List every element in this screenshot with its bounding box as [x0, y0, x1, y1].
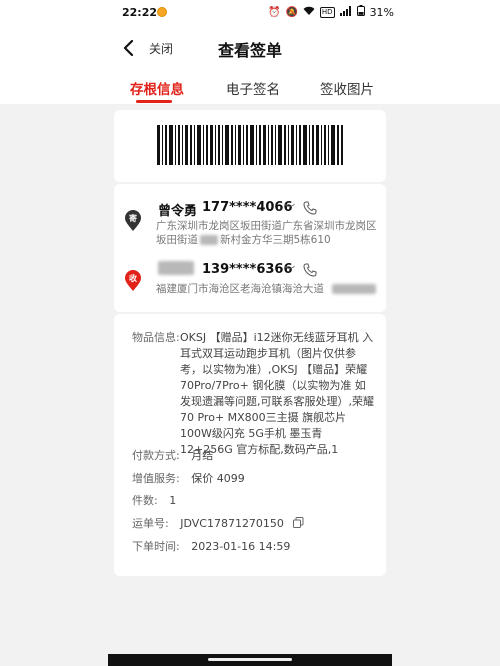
- address-card: 寄 曾令勇 177****4066 ︶ 广东深圳市龙岗区坂田街道广东省深圳市龙岗…: [114, 184, 386, 312]
- eye-closed-icon[interactable]: ︶: [284, 201, 295, 217]
- receiver-phone: 139****6366: [202, 262, 293, 277]
- status-bar: 22:22 ⏰ 🔕 HD 31%: [0, 0, 500, 26]
- receiver-badge-label: 收: [129, 274, 137, 283]
- redacted-block: [200, 235, 218, 245]
- sender-name: 曾令勇: [158, 204, 198, 219]
- system-nav-bar: [108, 654, 392, 666]
- payment-row: 付款方式: 月结: [132, 448, 213, 464]
- order-time-label: 下单时间:: [132, 540, 180, 553]
- sender-address-line2a: 坂田街道: [156, 234, 198, 246]
- payment-label: 付款方式:: [132, 449, 180, 462]
- battery-icon: [356, 5, 365, 19]
- copy-icon[interactable]: [293, 517, 304, 528]
- tab-stub-info[interactable]: 存根信息: [130, 78, 184, 98]
- order-info-card: 物品信息: OKSJ 【赠品】i12迷你无线蓝牙耳机 入耳式双耳运动跑步耳机（图…: [114, 314, 386, 576]
- value-added-value: 保价 4099: [191, 472, 245, 485]
- count-row: 件数: 1: [132, 493, 176, 509]
- status-icons: ⏰ 🔕 HD 31%: [268, 5, 394, 19]
- goods-value: OKSJ 【赠品】i12迷你无线蓝牙耳机 入耳式双耳运动跑步耳机（图片仅供参考，…: [180, 331, 374, 456]
- nav-bar: 关闭 查看签单: [0, 26, 500, 70]
- alarm-icon: ⏰: [268, 6, 281, 18]
- active-tab-indicator: [136, 100, 172, 103]
- page-title: 查看签单: [217, 41, 282, 60]
- phone-icon[interactable]: [303, 263, 317, 277]
- sender-phone: 177****4066: [202, 200, 293, 215]
- phone-icon[interactable]: [303, 201, 317, 215]
- redacted-receiver-name: [158, 261, 194, 275]
- notification-app-icon: [157, 7, 167, 17]
- tab-e-signature[interactable]: 电子签名: [226, 78, 280, 98]
- waybill-label: 运单号:: [132, 517, 169, 530]
- barcode: [157, 125, 343, 165]
- home-indicator[interactable]: [208, 658, 292, 661]
- barcode-card: [114, 110, 386, 182]
- tab-receipt-photos[interactable]: 签收图片: [320, 78, 374, 98]
- payment-value: 月结: [191, 449, 214, 462]
- order-time-value: 2023-01-16 14:59: [191, 540, 291, 553]
- network-badge: HD: [319, 6, 335, 18]
- tab-bar: 存根信息 电子签名 签收图片: [0, 70, 500, 104]
- sender-address-line2b: 新村金方华三期5栋610: [220, 234, 331, 246]
- receiver-pin-icon: 收: [124, 270, 142, 292]
- count-value: 1: [169, 494, 177, 507]
- sender-pin-icon: 寄: [124, 210, 142, 232]
- goods-label: 物品信息:: [132, 331, 180, 344]
- order-time-row: 下单时间: 2023-01-16 14:59: [132, 539, 290, 555]
- value-added-row: 增值服务: 保价 4099: [132, 471, 245, 487]
- count-label: 件数:: [132, 494, 158, 507]
- value-added-label: 增值服务:: [132, 472, 180, 485]
- waybill-row: 运单号: JDVC17871270150: [132, 516, 304, 532]
- signal-icon: [339, 5, 352, 19]
- eye-closed-icon[interactable]: ︶: [284, 263, 295, 279]
- mute-icon: 🔕: [285, 6, 298, 18]
- status-time: 22:22: [122, 6, 158, 19]
- sender-badge-label: 寄: [129, 214, 137, 223]
- waybill-value: JDVC17871270150: [180, 517, 284, 530]
- battery-percent: 31%: [369, 5, 395, 19]
- receiver-address: 福建厦门市海沧区老海沧镇海沧大道: [156, 283, 324, 295]
- wifi-icon: [303, 6, 315, 19]
- redacted-block: [332, 284, 376, 294]
- sender-address-line1: 广东深圳市龙岗区坂田街道广东省深圳市龙岗区: [156, 220, 377, 232]
